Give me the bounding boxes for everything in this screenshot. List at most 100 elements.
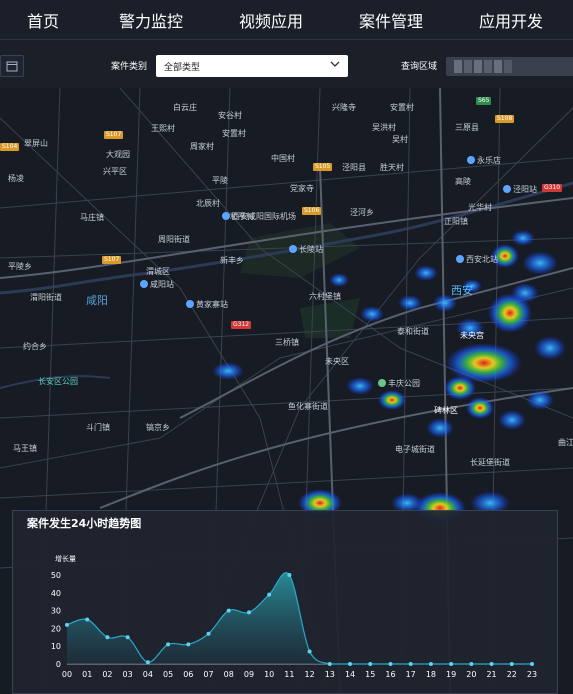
road-shield: S104 — [0, 143, 20, 151]
x-tick-label: 09 — [244, 670, 254, 679]
y-axis-label: 增长量 — [55, 554, 76, 563]
road-shield: S65 — [476, 97, 492, 105]
map-label: 安置村 — [222, 129, 246, 138]
map-label: 王熙村 — [151, 124, 175, 133]
map-label: 曲江 — [558, 438, 573, 447]
x-tick-label: 22 — [507, 670, 517, 679]
map-label: 长延堡街道 — [470, 458, 510, 467]
road-shield: S107 — [104, 131, 124, 139]
map-label: 三原县 — [455, 123, 479, 132]
data-point — [65, 622, 69, 627]
x-tick-label: 07 — [203, 670, 213, 679]
x-tick-label: 12 — [305, 670, 315, 679]
map-label: 胜天村 — [380, 163, 404, 172]
map-label: 约合乡 — [23, 342, 47, 351]
map-label: 中国村 — [271, 154, 295, 163]
map-label: 泾河乡 — [350, 208, 374, 217]
data-point — [388, 662, 393, 666]
x-tick-label: 15 — [365, 670, 375, 679]
data-point — [267, 592, 272, 597]
x-tick-label: 05 — [163, 670, 173, 679]
map-label: 未央宫 — [460, 331, 484, 340]
x-tick-label: 00 — [62, 670, 72, 679]
map-label-xianyang: 咸阳 — [86, 294, 108, 307]
x-tick-label: 17 — [406, 670, 416, 679]
y-tick-label: 20 — [51, 624, 61, 633]
x-tick-label: 23 — [527, 670, 537, 679]
x-tick-label: 01 — [82, 670, 92, 679]
calendar-button[interactable] — [0, 55, 24, 77]
map-label: 安置村 — [390, 103, 414, 112]
location-pin-icon — [222, 212, 230, 220]
nav-app-development[interactable]: 应用开发 — [479, 8, 543, 32]
map-label: 杨凌 — [8, 174, 24, 183]
data-point — [327, 662, 332, 666]
x-tick-label: 11 — [284, 670, 294, 679]
chevron-down-icon — [330, 61, 340, 67]
map-label: 长安区公园 — [38, 377, 78, 386]
nav-police-monitor[interactable]: 警力监控 — [119, 8, 183, 32]
poi-fengqing-park[interactable]: 丰庆公园 — [378, 378, 420, 389]
data-point — [287, 573, 292, 577]
poi-airport[interactable]: 西安咸阳国际机场 — [222, 211, 296, 222]
nav-home[interactable]: 首页 — [27, 8, 59, 32]
map-label: 白云庄 — [173, 103, 197, 112]
poi-xianyang-station[interactable]: 咸阳站 — [140, 279, 174, 290]
location-pin-icon — [186, 300, 194, 308]
x-tick-label: 08 — [224, 670, 234, 679]
data-point — [489, 662, 494, 666]
map-label: 马庄镇 — [80, 213, 104, 222]
poi-yongledian[interactable]: 永乐店 — [467, 155, 501, 166]
data-point — [348, 662, 353, 666]
category-select-value: 全部类型 — [164, 63, 201, 73]
map-label: 碑林区 — [434, 406, 458, 415]
park-icon — [378, 379, 386, 387]
map-label: 党家寺 — [290, 184, 314, 193]
poi-xian-north-station[interactable]: 西安北站 — [456, 254, 498, 265]
road-shield: S107 — [102, 256, 122, 264]
poi-changling-station[interactable]: 长陵站 — [289, 244, 323, 255]
map-label: 镐京乡 — [146, 423, 170, 432]
data-point — [408, 662, 413, 666]
data-point — [246, 610, 251, 615]
location-pin-icon — [140, 280, 148, 288]
map-label: 渭阳街道 — [30, 293, 62, 302]
x-tick-label: 14 — [345, 670, 355, 679]
map-label: 安谷村 — [218, 111, 242, 120]
category-select[interactable]: 全部类型 — [156, 55, 348, 77]
map-label: 北辰村 — [196, 199, 220, 208]
map-label: 周家村 — [190, 142, 214, 151]
map-label: 渭城区 — [146, 267, 170, 276]
map-label: 吴洪村 — [372, 123, 396, 132]
map-label: 鱼化寨街道 — [288, 402, 328, 411]
x-tick-label: 04 — [143, 670, 153, 679]
x-tick-label: 16 — [385, 670, 395, 679]
location-pin-icon — [467, 156, 475, 164]
map-label: 光华村 — [468, 203, 492, 212]
poi-huangjiazhai-station[interactable]: 黄家寨站 — [186, 299, 228, 310]
x-tick-label: 21 — [486, 670, 496, 679]
trend-chart: 增长量 0 10 20 30 40 50 00 01 02 03 04 05 06 07 08 09 10 11 12… — [51, 554, 537, 679]
region-select[interactable] — [446, 57, 573, 76]
nav-video-apps[interactable]: 视频应用 — [239, 8, 303, 32]
map-label: 斗门镇 — [86, 423, 110, 432]
x-tick-label: 19 — [446, 670, 456, 679]
map-label: 正阳镇 — [444, 217, 468, 226]
map-label: 吴村 — [392, 135, 408, 144]
poi-jingyang-station[interactable]: 泾阳站 — [503, 184, 537, 195]
category-label: 案件类别 — [111, 62, 148, 72]
calendar-icon — [6, 61, 18, 72]
nav-case-management[interactable]: 案件管理 — [359, 8, 423, 32]
map-label: 泰和街道 — [397, 327, 429, 336]
map-label: 新丰乡 — [220, 256, 244, 265]
data-point — [85, 617, 90, 622]
data-point — [428, 662, 433, 666]
map-label: 翠屏山 — [24, 139, 48, 148]
top-nav: 首页 警力监控 视频应用 案件管理 应用开发 — [0, 0, 573, 40]
map-label: 三桥镇 — [275, 338, 299, 347]
data-point — [469, 662, 474, 666]
data-point — [206, 631, 211, 636]
map-label: 平陵乡 — [8, 262, 32, 271]
map-label: 电子城街道 — [395, 445, 435, 454]
y-tick-label: 40 — [51, 589, 61, 598]
